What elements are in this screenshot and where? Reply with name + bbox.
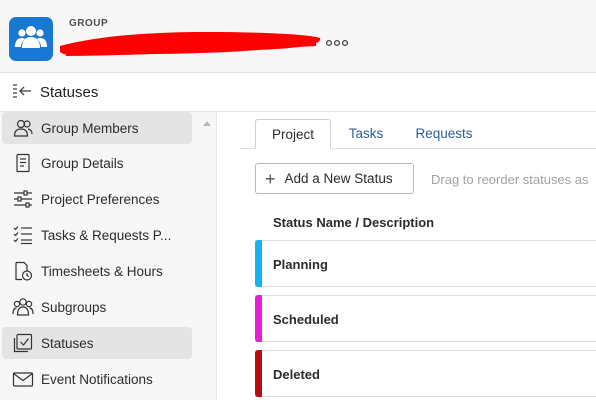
sidebar-item-label: Statuses [41, 335, 94, 351]
status-name: Scheduled [273, 312, 339, 327]
checklist-icon [11, 223, 35, 247]
checkbox-list-icon [11, 331, 35, 355]
sidebar-item-label: Group Members [41, 120, 139, 136]
status-row-scheduled[interactable]: Scheduled [255, 295, 596, 342]
status-color-bar [255, 295, 262, 342]
add-new-status-button[interactable]: + Add a New Status [255, 163, 414, 194]
settings-sidebar: Group Members Group Details Project Pref… [0, 112, 217, 400]
tab-requests[interactable]: Requests [408, 119, 480, 148]
sidebar-item-event-notifications[interactable]: Event Notifications [2, 363, 192, 395]
sidebar-item-label: Tasks & Requests P... [41, 227, 172, 243]
status-type-tabs: Project Tasks Requests [240, 111, 596, 149]
plus-icon: + [265, 168, 276, 189]
tab-project[interactable]: Project [255, 119, 331, 149]
tab-tasks[interactable]: Tasks [338, 119, 394, 148]
group-members-icon [11, 116, 35, 140]
sidebar-item-label: Project Preferences [41, 191, 160, 207]
more-options-button[interactable] [325, 36, 349, 50]
sidebar-item-label: Group Details [41, 155, 124, 171]
column-header-status-name: Status Name / Description [273, 215, 435, 230]
group-avatar [9, 17, 53, 61]
sidebar-item-group-members[interactable]: Group Members [2, 112, 192, 144]
sidebar-item-group-details[interactable]: Group Details [2, 147, 192, 179]
group-icon [15, 24, 47, 55]
subgroups-icon [11, 295, 35, 319]
timesheet-icon [11, 259, 35, 283]
sidebar-scroll-up[interactable] [203, 121, 211, 126]
page-title: Statuses [40, 84, 99, 101]
collapse-panel-icon[interactable] [12, 83, 32, 106]
sidebar-item-project-preferences[interactable]: Project Preferences [2, 183, 192, 215]
sidebar-item-subgroups[interactable]: Subgroups [2, 291, 192, 323]
page-subheader: Statuses [0, 73, 596, 112]
sidebar-item-statuses[interactable]: Statuses [2, 327, 192, 359]
sidebar-item-label: Subgroups [41, 299, 107, 315]
envelope-icon [11, 367, 35, 391]
status-name: Deleted [273, 367, 320, 382]
ellipsis-icon [325, 37, 349, 54]
sidebar-item-label: Timesheets & Hours [41, 263, 163, 279]
group-header: GROUP [0, 0, 596, 73]
document-icon [11, 151, 35, 175]
status-name: Planning [273, 257, 328, 272]
status-row-planning[interactable]: Planning [255, 240, 596, 287]
status-color-bar [255, 240, 262, 287]
add-new-status-label: Add a New Status [284, 171, 393, 186]
sidebar-item-label: Event Notifications [41, 371, 153, 387]
sliders-icon [11, 187, 35, 211]
sidebar-item-tasks-requests[interactable]: Tasks & Requests P... [2, 219, 192, 251]
redacted-group-name [58, 26, 323, 65]
status-row-deleted[interactable]: Deleted [255, 350, 596, 397]
sidebar-item-timesheets-hours[interactable]: Timesheets & Hours [2, 255, 192, 287]
status-color-bar [255, 350, 262, 397]
drag-reorder-hint: Drag to reorder statuses as [431, 172, 589, 187]
